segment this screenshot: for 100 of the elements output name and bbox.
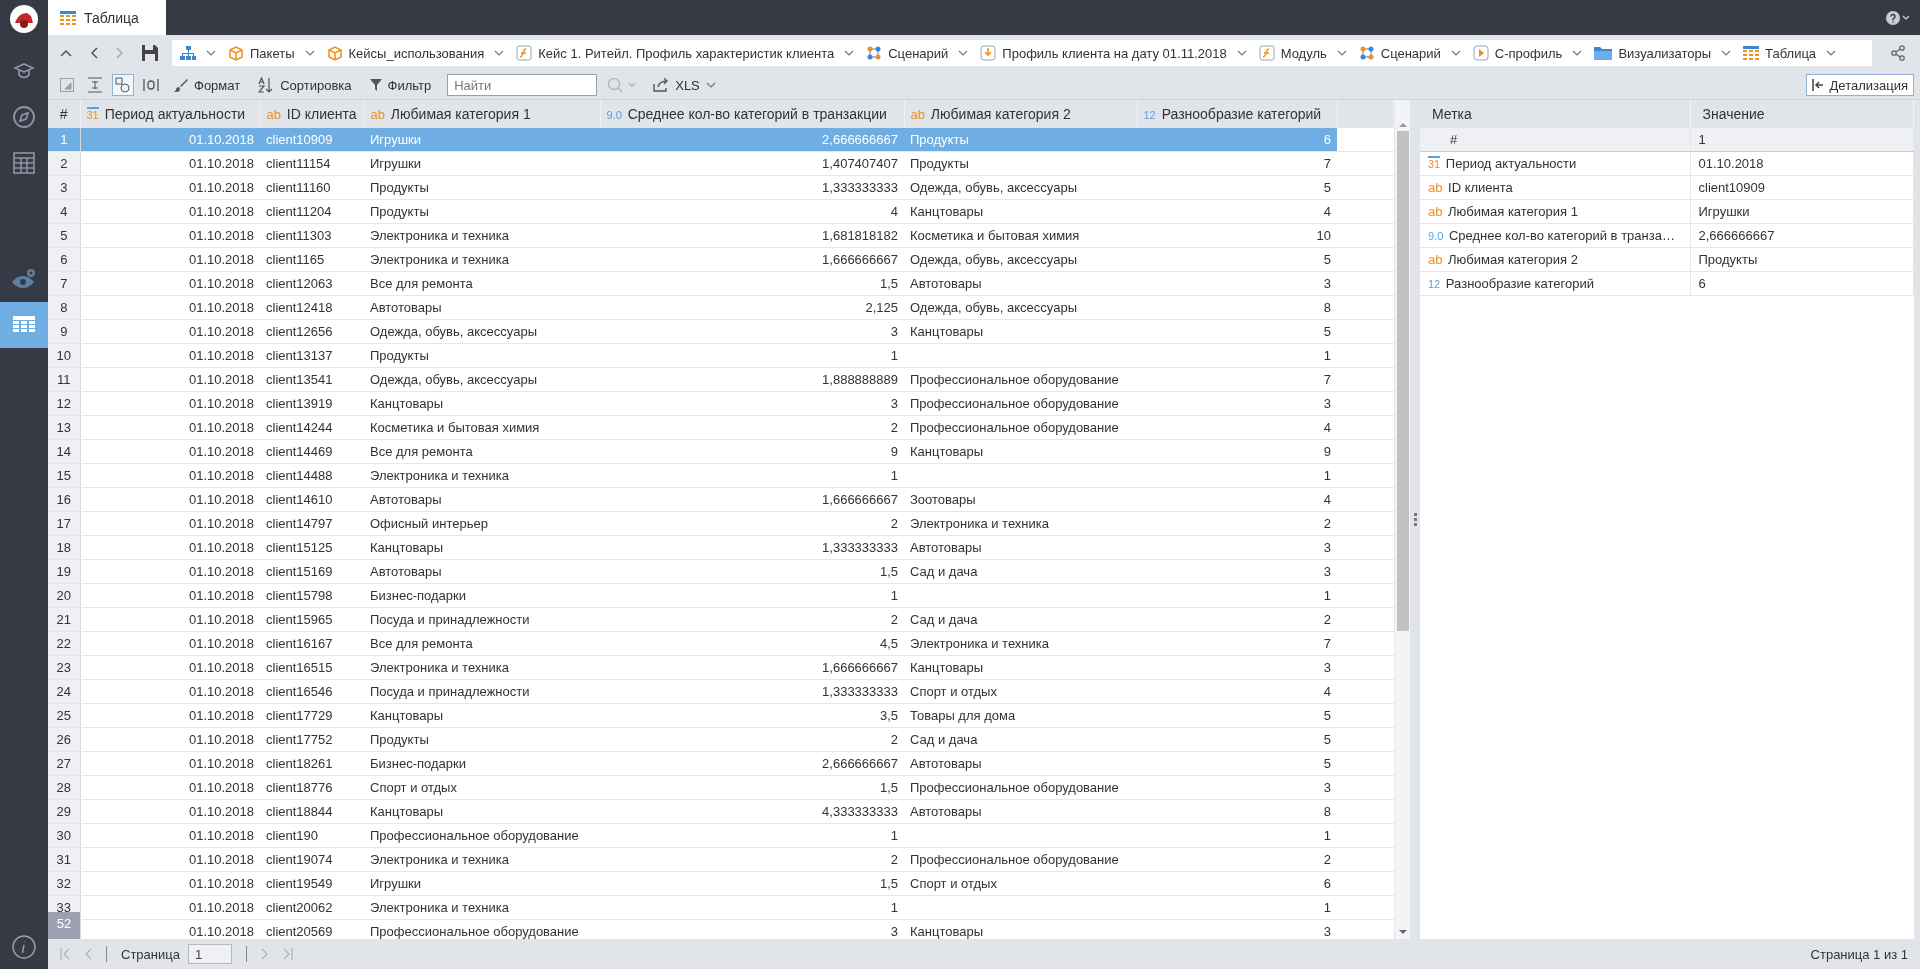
column-header[interactable]: 31 Период актуальности xyxy=(80,100,260,128)
column-header[interactable]: 12 Разнообразие категорий xyxy=(1137,100,1337,128)
table-cell: client14610 xyxy=(260,487,364,512)
detail-button[interactable]: Детализация xyxy=(1805,74,1914,96)
table-cell: Зоотовары xyxy=(904,487,1137,512)
search-field[interactable]: Найти xyxy=(447,74,598,96)
table-cell: 5 xyxy=(1137,319,1337,344)
field-value: 2,666666667 xyxy=(1690,223,1914,248)
save-icon[interactable] xyxy=(142,45,158,61)
sidebar-table-icon[interactable] xyxy=(0,302,48,348)
row-number: 5 xyxy=(48,223,80,248)
window-tab[interactable]: Таблица xyxy=(48,0,166,35)
caret-icon xyxy=(705,82,716,88)
breadcrumb-item[interactable]: Таблица xyxy=(1743,45,1837,61)
column-header[interactable]: # xyxy=(48,100,80,128)
table-cell: 01.10.2018 xyxy=(80,607,260,632)
row-number: 13 xyxy=(48,415,80,440)
table-cell: client19549 xyxy=(260,871,364,896)
table-cell: 2 xyxy=(600,607,904,632)
table-cell: client190 xyxy=(260,823,364,848)
row-number: 21 xyxy=(48,607,80,632)
column-header[interactable]: ab Любимая категория 2 xyxy=(904,100,1137,128)
table-cell: client14469 xyxy=(260,439,364,464)
scroll-up-icon[interactable] xyxy=(1398,122,1407,127)
row-number: 25 xyxy=(48,703,80,728)
row-number: 28 xyxy=(48,775,80,800)
column-header[interactable]: ab ID клиента xyxy=(260,100,364,128)
breadcrumb-item[interactable]: Модуль xyxy=(1258,45,1347,61)
row-number: 27 xyxy=(48,751,80,776)
field-value: client10909 xyxy=(1690,175,1914,200)
breadcrumb-item[interactable]: Пакеты xyxy=(228,45,315,61)
table-cell: 1,666666667 xyxy=(600,247,904,272)
table-cell: 1,666666667 xyxy=(600,655,904,680)
column-header[interactable]: Метка xyxy=(1420,100,1690,128)
scrollbar[interactable] xyxy=(1394,100,1410,939)
table-cell: client12656 xyxy=(260,319,364,344)
table-cell: 4,333333333 xyxy=(600,799,904,824)
row-number: 30 xyxy=(48,823,80,848)
breadcrumb-item[interactable]: Кейсы_использования xyxy=(326,45,505,61)
row-number: 23 xyxy=(48,655,80,680)
table-cell: 10 xyxy=(1137,223,1337,248)
table-cell: 01.10.2018 xyxy=(80,775,260,800)
table-cell: client19074 xyxy=(260,847,364,872)
breadcrumb-item[interactable]: Сценарий xyxy=(1358,45,1461,61)
breadcrumb-item[interactable]: Визуализаторы xyxy=(1594,45,1732,61)
table-cell: 1 xyxy=(600,343,904,368)
table-cell: Электроника и техника xyxy=(364,895,600,920)
table-cell: 5 xyxy=(1137,247,1337,272)
breadcrumb-item[interactable]: Кейс 1. Ритейл. Профиль характеристик клиента xyxy=(516,45,855,61)
table-cell: Автотовары xyxy=(364,487,600,512)
table-cell: 7 xyxy=(1137,367,1337,392)
back-icon[interactable] xyxy=(90,47,98,59)
breadcrumb-item[interactable]: С-профиль xyxy=(1472,45,1583,61)
table-cell: Канцтовары xyxy=(904,439,1137,464)
table-cell: Электроника и техника xyxy=(364,223,600,248)
breadcrumb-item[interactable]: Сценарий xyxy=(866,45,969,61)
caret-icon xyxy=(304,50,315,56)
table-cell: client13541 xyxy=(260,367,364,392)
table-cell: 1,5 xyxy=(600,871,904,896)
table-cell: 4 xyxy=(600,199,904,224)
help-icon[interactable] xyxy=(1886,10,1912,25)
column-header[interactable]: 9.0 Среднее кол-во категорий в транзакции xyxy=(600,100,904,128)
sort-button[interactable]: Сортировка xyxy=(252,74,358,96)
scroll-down-icon[interactable] xyxy=(1398,930,1407,935)
table-cell: 01.10.2018 xyxy=(80,463,260,488)
export-button[interactable]: XLS xyxy=(647,74,722,96)
table-cell: 01.10.2018 xyxy=(80,895,260,920)
forward-icon[interactable] xyxy=(116,47,124,59)
breadcrumb-item[interactable] xyxy=(180,45,216,61)
logo-icon[interactable] xyxy=(9,4,39,34)
table-cell: 3 xyxy=(1137,775,1337,800)
export-icon xyxy=(653,78,670,92)
table-cell: 7 xyxy=(1137,631,1337,656)
package-icon xyxy=(228,45,244,61)
table-cell: Одежда, обувь, аксессуары xyxy=(904,247,1137,272)
page-field[interactable]: 1 xyxy=(187,944,232,964)
table-cell: Продукты xyxy=(364,727,600,752)
table-cell: 1 xyxy=(600,823,904,848)
info-icon[interactable] xyxy=(12,935,36,959)
field-label: ab Любимая категория 1 xyxy=(1420,199,1690,224)
shapes-button[interactable] xyxy=(112,74,134,96)
table-cell: 1,333333333 xyxy=(600,175,904,200)
table-cell: 2 xyxy=(1137,607,1337,632)
table-cell: Электроника и техника xyxy=(904,511,1137,536)
format-button[interactable]: Формат xyxy=(168,74,247,96)
row-number: 7 xyxy=(48,271,80,296)
filter-button[interactable]: Фильтр xyxy=(363,74,438,96)
column-header[interactable]: ab Любимая категория 1 xyxy=(364,100,600,128)
table-cell: Канцтовары xyxy=(904,199,1137,224)
up-icon[interactable] xyxy=(60,49,72,57)
column-header[interactable]: Значение xyxy=(1690,100,1914,128)
row-number: 6 xyxy=(48,247,80,272)
share-icon[interactable] xyxy=(1890,45,1906,61)
row-number: 1 xyxy=(48,128,80,152)
table-cell: Бизнес-подарки xyxy=(364,583,600,608)
table-cell: 2 xyxy=(600,511,904,536)
table-cell: client14488 xyxy=(260,463,364,488)
splitter-handle-icon[interactable] xyxy=(1413,513,1417,526)
row-number: 8 xyxy=(48,295,80,320)
breadcrumb-item[interactable]: Профиль клиента на дату 01.11.2018 xyxy=(980,45,1247,61)
